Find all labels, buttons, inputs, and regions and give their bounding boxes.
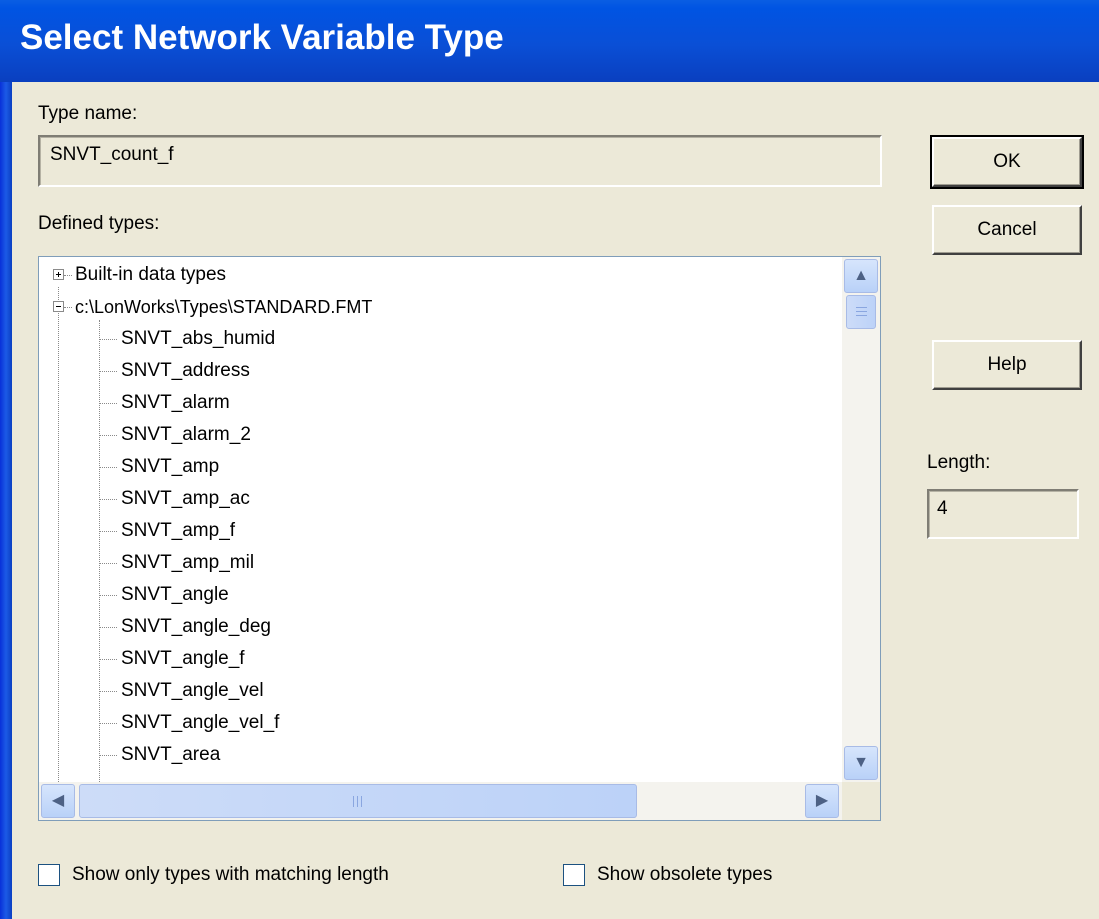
tree-item[interactable]: SNVT_angle_vel (39, 675, 839, 707)
window-title: Select Network Variable Type (20, 18, 504, 57)
tree-item-built-in-data-types[interactable]: Built-in data types (39, 259, 839, 291)
help-button[interactable]: Help (932, 340, 1082, 390)
tree-item-label: SNVT_amp_f (121, 520, 236, 541)
tree-item[interactable]: SNVT_amp_mil (39, 547, 839, 579)
tree-connector (100, 627, 117, 628)
length-label: Length: (927, 452, 991, 473)
tree-connector (100, 339, 117, 340)
title-bar[interactable]: Select Network Variable Type (0, 0, 1099, 82)
tree-item-label: SNVT_area (121, 744, 221, 765)
tree-content: Built-in data types c:\LonWorks\Types\ST… (39, 257, 842, 782)
type-name-field[interactable]: SNVT_count_f (38, 135, 882, 187)
tree-item[interactable]: SNVT_address (39, 355, 839, 387)
tree-connector (100, 755, 117, 756)
tree-connector (100, 531, 117, 532)
scroll-left-button[interactable]: ◀ (41, 784, 75, 818)
tree-connector (64, 275, 72, 276)
type-name-value: SNVT_count_f (50, 144, 174, 165)
defined-types-label: Defined types: (38, 213, 160, 234)
tree-item-label: Built-in data types (75, 264, 227, 285)
grip-icon (353, 796, 354, 807)
tree-item[interactable]: SNVT_amp (39, 451, 839, 483)
tree-item[interactable]: SNVT_angle (39, 579, 839, 611)
scroll-left-icon: ◀ (51, 792, 65, 809)
tree-item-label: SNVT_amp_mil (121, 552, 255, 573)
scroll-down-button[interactable]: ▼ (844, 746, 878, 780)
scrollbar-corner (842, 782, 880, 820)
defined-types-tree[interactable]: Built-in data types c:\LonWorks\Types\ST… (38, 256, 881, 821)
matching-length-checkbox[interactable] (38, 864, 60, 886)
tree-item-label: SNVT_angle_f (121, 648, 245, 669)
tree-item-label: c:\LonWorks\Types\STANDARD.FMT (75, 297, 373, 317)
window-frame-left (0, 82, 12, 919)
tree-item-label: SNVT_abs_humid (121, 328, 276, 349)
vertical-scroll-thumb[interactable] (846, 295, 876, 329)
tree-connector (100, 595, 117, 596)
tree-item-standard-fmt[interactable]: c:\LonWorks\Types\STANDARD.FMT (39, 291, 839, 323)
length-value: 4 (937, 498, 948, 519)
tree-item-label: SNVT_angle_vel (121, 680, 264, 701)
tree-connector (100, 563, 117, 564)
cancel-button[interactable]: Cancel (932, 205, 1082, 255)
tree-item[interactable]: SNVT_area (39, 739, 839, 771)
tree-item-label: SNVT_angle_vel_f (121, 712, 280, 733)
horizontal-scrollbar[interactable]: ◀ ▶ (39, 782, 842, 820)
tree-connector (100, 691, 117, 692)
tree-connector (100, 371, 117, 372)
tree-item-label: SNVT_address (121, 360, 250, 381)
obsolete-types-label[interactable]: Show obsolete types (597, 864, 772, 886)
tree-item[interactable]: SNVT_angle_vel_f (39, 707, 839, 739)
tree-item-label: SNVT_alarm_2 (121, 424, 251, 445)
obsolete-types-checkbox[interactable] (563, 864, 585, 886)
tree-item-label: SNVT_angle_deg (121, 616, 271, 637)
tree-item[interactable]: SNVT_abs_humid (39, 323, 839, 355)
grip-icon (856, 307, 867, 308)
tree-item[interactable]: SNVT_amp_f (39, 515, 839, 547)
tree-item[interactable]: SNVT_amp_ac (39, 483, 839, 515)
tree-connector (100, 467, 117, 468)
tree-connector (100, 403, 117, 404)
type-name-label: Type name: (38, 103, 138, 124)
horizontal-scroll-thumb[interactable] (79, 784, 637, 818)
scroll-down-icon: ▼ (853, 754, 869, 771)
matching-length-label[interactable]: Show only types with matching length (72, 864, 389, 886)
tree-item-label: SNVT_alarm (121, 392, 230, 413)
scroll-up-button[interactable]: ▲ (844, 259, 878, 293)
collapse-minus-icon[interactable] (53, 301, 64, 312)
tree-item-label: SNVT_angle (121, 584, 229, 605)
vertical-scrollbar[interactable]: ▲ ▼ (842, 257, 880, 782)
length-field: 4 (927, 489, 1079, 539)
tree-item[interactable]: SNVT_alarm_2 (39, 419, 839, 451)
tree-connector (100, 499, 117, 500)
tree-connector (64, 307, 72, 308)
scroll-right-button[interactable]: ▶ (805, 784, 839, 818)
tree-connector (100, 659, 117, 660)
tree-item[interactable]: SNVT_angle_f (39, 643, 839, 675)
scroll-up-icon: ▲ (853, 267, 869, 284)
tree-connector (100, 723, 117, 724)
ok-button[interactable]: OK (930, 135, 1084, 189)
tree-item-label: SNVT_amp (121, 456, 220, 477)
expand-plus-icon[interactable] (53, 269, 64, 280)
tree-item[interactable]: SNVT_angle_deg (39, 611, 839, 643)
tree-connector (100, 435, 117, 436)
tree-item-label: SNVT_amp_ac (121, 488, 250, 509)
tree-item[interactable]: SNVT_alarm (39, 387, 839, 419)
scroll-right-icon: ▶ (815, 792, 829, 809)
